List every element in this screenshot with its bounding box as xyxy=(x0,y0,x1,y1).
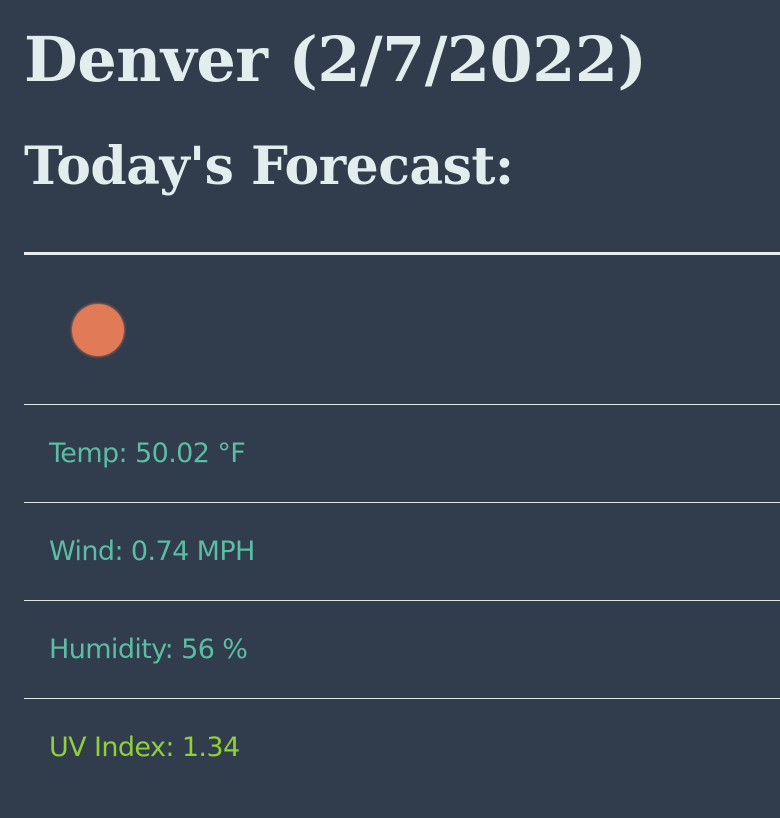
list-item-uv-index: UV Index: 1.34 xyxy=(24,698,780,796)
list-item-wind: Wind: 0.74 MPH xyxy=(24,502,780,600)
forecast-details-list: Temp: 50.02 °F Wind: 0.74 MPH Humidity: … xyxy=(24,404,780,796)
forecast-heading: Today's Forecast: xyxy=(24,136,514,197)
weather-icon-container xyxy=(72,304,124,356)
uv-index-value: UV Index: 1.34 xyxy=(49,732,240,763)
sun-icon xyxy=(72,304,124,356)
humidity-value: Humidity: 56 % xyxy=(49,634,248,665)
list-item-humidity: Humidity: 56 % xyxy=(24,600,780,698)
city-date-title: Denver (2/7/2022) xyxy=(24,23,647,96)
temp-value: Temp: 50.02 °F xyxy=(49,438,246,469)
header-divider xyxy=(24,252,780,255)
wind-value: Wind: 0.74 MPH xyxy=(49,536,255,567)
list-item-temp: Temp: 50.02 °F xyxy=(24,404,780,502)
